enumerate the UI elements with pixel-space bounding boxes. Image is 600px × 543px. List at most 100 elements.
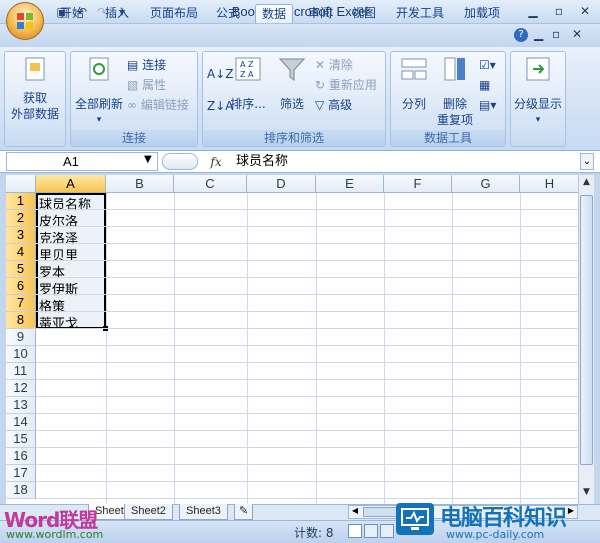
- column-header[interactable]: E: [316, 175, 384, 193]
- row-header[interactable]: 16: [6, 448, 36, 465]
- ribbon-minimize-icon[interactable]: ▁: [534, 27, 543, 41]
- row-header[interactable]: 9: [6, 329, 36, 346]
- group-sort-filter: A↓Z Z↓A A ZZ A 排序... 筛选 ✕ 清除 ↻ 重新应用 ▽ 高级…: [202, 51, 386, 147]
- row-header[interactable]: 15: [6, 431, 36, 448]
- tab-data[interactable]: 数据: [255, 4, 294, 23]
- formula-bar-splitter[interactable]: [162, 153, 198, 170]
- column-header[interactable]: G: [452, 175, 520, 193]
- outline-icon: [526, 57, 550, 81]
- grid-line: [36, 481, 578, 482]
- connections-button[interactable]: ▤ 连接: [127, 57, 166, 73]
- row-header[interactable]: 2: [6, 210, 36, 227]
- row-header[interactable]: 6: [6, 278, 36, 295]
- filter-button[interactable]: 筛选: [273, 56, 311, 112]
- row-header[interactable]: 11: [6, 363, 36, 380]
- column-header[interactable]: F: [384, 175, 452, 193]
- edit-links-button[interactable]: ∞ 编辑链接: [127, 97, 189, 113]
- remove-duplicates-button[interactable]: 删除 重复项: [435, 56, 475, 128]
- maximize-button[interactable]: ▫: [548, 2, 570, 20]
- grid-line: [36, 243, 578, 244]
- expand-formula-bar-icon[interactable]: ⌄: [580, 153, 594, 170]
- office-button[interactable]: [6, 2, 44, 40]
- tab-formulas[interactable]: 公式: [210, 4, 246, 23]
- connections-icon: ▤: [127, 58, 139, 72]
- vertical-scrollbar[interactable]: ▲ ▼: [578, 175, 594, 504]
- sort-icon: A ZZ A: [235, 57, 261, 81]
- tab-page-layout[interactable]: 页面布局: [144, 4, 204, 23]
- row-header[interactable]: 14: [6, 414, 36, 431]
- page-layout-view-icon[interactable]: [364, 524, 378, 538]
- reapply-button[interactable]: ↻ 重新应用: [315, 77, 377, 93]
- grid-line: [36, 345, 578, 346]
- grid-line: [316, 193, 317, 504]
- scroll-thumb[interactable]: [580, 195, 593, 465]
- sheet-tab-sheet3[interactable]: Sheet3: [179, 504, 228, 520]
- refresh-all-button[interactable]: 全部刷新 ▾: [73, 56, 125, 128]
- row-header[interactable]: 13: [6, 397, 36, 414]
- tab-review[interactable]: 审阅: [302, 4, 338, 23]
- row-header[interactable]: 1: [6, 193, 36, 210]
- row-header[interactable]: 3: [6, 227, 36, 244]
- grid-line: [247, 193, 248, 504]
- group-data-tools: 分列 删除 重复项 ☑▾ ▦ ▤▾ 数据工具: [390, 51, 506, 147]
- tab-view[interactable]: 视图: [346, 4, 382, 23]
- view-buttons: [348, 524, 394, 538]
- outline-button[interactable]: 分级显示 ▾: [511, 56, 565, 128]
- row-header[interactable]: 7: [6, 295, 36, 312]
- select-all-corner[interactable]: [6, 175, 36, 193]
- column-header[interactable]: A: [36, 175, 106, 193]
- scroll-left-icon[interactable]: ◀: [349, 506, 361, 518]
- help-icon[interactable]: ?: [514, 28, 528, 42]
- scroll-up-icon[interactable]: ▲: [580, 177, 593, 191]
- grid-line: [36, 413, 578, 414]
- row-header[interactable]: 4: [6, 244, 36, 261]
- data-validation-icon: ☑▾: [479, 58, 496, 72]
- clear-button[interactable]: ✕ 清除: [315, 57, 353, 73]
- ribbon-restore-icon[interactable]: ▫: [552, 27, 560, 41]
- sort-button[interactable]: A ZZ A 排序...: [229, 56, 267, 112]
- properties-icon: ▧: [127, 78, 139, 92]
- scroll-right-icon[interactable]: ▶: [565, 506, 577, 518]
- row-header[interactable]: 12: [6, 380, 36, 397]
- scroll-down-icon[interactable]: ▼: [580, 487, 593, 501]
- row-header[interactable]: 5: [6, 261, 36, 278]
- get-external-data-button[interactable]: 获取 外部数据: [7, 56, 63, 122]
- consolidate-button[interactable]: ▦: [479, 77, 490, 93]
- ribbon-close-icon[interactable]: ✕: [572, 27, 582, 41]
- column-header[interactable]: B: [106, 175, 174, 193]
- grid-line: [36, 396, 578, 397]
- text-to-columns-button[interactable]: 分列: [395, 56, 433, 112]
- normal-view-icon[interactable]: [348, 524, 362, 538]
- worksheet-grid[interactable]: A B C D E F G H 球员名称 皮尔洛 克洛泽 里贝里 罗本 罗伊斯 …: [6, 175, 578, 504]
- what-if-button[interactable]: ▤▾: [479, 97, 496, 113]
- grid-line: [384, 193, 385, 504]
- tab-developer[interactable]: 开发工具: [390, 4, 450, 23]
- row-header[interactable]: 8: [6, 312, 36, 329]
- sheet-tab-sheet2[interactable]: Sheet2: [124, 504, 173, 520]
- insert-function-icon[interactable]: fx: [206, 154, 226, 170]
- close-button[interactable]: ✕: [574, 2, 596, 20]
- column-header[interactable]: D: [247, 175, 316, 193]
- name-box[interactable]: A1: [6, 152, 158, 171]
- chevron-down-icon: ▾: [96, 115, 102, 125]
- properties-button[interactable]: ▧ 属性: [127, 77, 166, 93]
- tab-insert[interactable]: 插入: [99, 4, 135, 23]
- column-header[interactable]: C: [174, 175, 247, 193]
- database-icon: [25, 57, 45, 81]
- row-header[interactable]: 17: [6, 465, 36, 482]
- tab-home[interactable]: 开始: [54, 4, 90, 23]
- row-header[interactable]: 10: [6, 346, 36, 363]
- advanced-button[interactable]: ▽ 高级: [315, 97, 352, 113]
- formula-input[interactable]: 球员名称: [236, 152, 576, 171]
- name-box-dropdown-icon[interactable]: ▼: [144, 154, 152, 165]
- column-header[interactable]: H: [520, 175, 578, 193]
- insert-sheet-icon[interactable]: ✎: [234, 504, 254, 520]
- minimize-button[interactable]: ▁: [522, 2, 544, 20]
- page-break-view-icon[interactable]: [380, 524, 394, 538]
- tab-addins[interactable]: 加载项: [458, 4, 506, 23]
- row-header[interactable]: 18: [6, 482, 36, 499]
- data-validation-button[interactable]: ☑▾: [479, 57, 496, 73]
- office-logo-icon: [17, 13, 33, 29]
- grid-line: [36, 362, 578, 363]
- cell-a8[interactable]: 蒂亚戈: [39, 313, 105, 332]
